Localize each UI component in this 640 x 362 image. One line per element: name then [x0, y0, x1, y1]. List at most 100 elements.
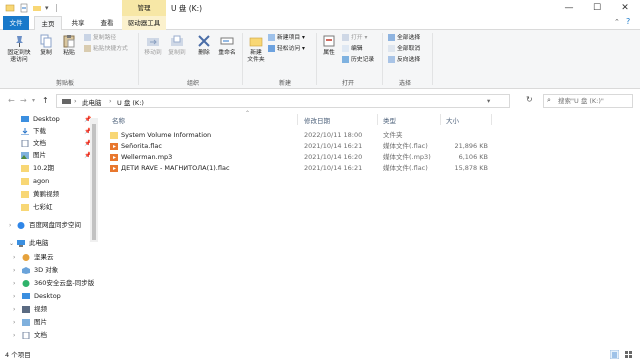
- chevron-right-icon[interactable]: ›: [13, 290, 15, 303]
- baidu-netdisk-icon: [17, 222, 25, 229]
- recent-locations-icon[interactable]: ▾: [32, 97, 35, 104]
- tab-file[interactable]: 文件: [3, 16, 29, 30]
- select-all-button[interactable]: 全部选择: [388, 34, 420, 43]
- search-box[interactable]: ⌕: [543, 94, 633, 108]
- properties-button[interactable]: 属性: [320, 34, 338, 57]
- paste-icon: [63, 35, 75, 48]
- file-size: 21,896 KB: [454, 142, 488, 150]
- breadcrumb-this-pc[interactable]: 此电脑: [82, 97, 102, 107]
- explorer-icon[interactable]: [5, 3, 15, 13]
- nav-scrollbar-thumb[interactable]: [92, 124, 96, 240]
- close-button[interactable]: ✕: [611, 0, 639, 16]
- file-type: 媒体文件(.mp3): [383, 153, 431, 161]
- nav-item-this-pc[interactable]: ⌄ 此电脑: [0, 237, 100, 250]
- breadcrumb-chevron-icon[interactable]: ›: [74, 97, 77, 105]
- invert-selection-button[interactable]: 反向选择: [388, 56, 420, 65]
- address-dropdown-icon[interactable]: ▾: [487, 97, 490, 105]
- tab-home[interactable]: 主页: [34, 16, 62, 31]
- nav-item-baidu-sync[interactable]: › 百度网盘同步空间: [0, 219, 100, 232]
- select-none-button[interactable]: 全部取消: [388, 45, 420, 54]
- copy-to-button[interactable]: 复制到: [166, 34, 188, 57]
- chevron-right-icon[interactable]: ›: [13, 264, 15, 277]
- help-icon[interactable]: ?: [626, 17, 630, 26]
- breadcrumb-usb-drive[interactable]: U 盘 (K:): [117, 97, 144, 107]
- open-button[interactable]: 打开 ▾: [342, 34, 367, 43]
- details-view-icon[interactable]: [610, 350, 619, 359]
- back-arrow-icon[interactable]: ←: [8, 96, 15, 105]
- column-header-size[interactable]: 大小: [446, 115, 459, 125]
- file-row[interactable]: System Volume Information 2022/10/11 18:…: [104, 130, 494, 141]
- column-separator[interactable]: [377, 114, 378, 125]
- chevron-right-icon[interactable]: ›: [13, 277, 15, 290]
- tab-share[interactable]: 共享: [64, 16, 92, 30]
- large-icons-view-icon[interactable]: [624, 350, 633, 359]
- chevron-right-icon[interactable]: ›: [13, 329, 15, 342]
- chevron-down-icon[interactable]: ⌄: [9, 237, 14, 250]
- nav-item-nutstore[interactable]: › 坚果云: [0, 251, 100, 264]
- tab-drive-tools[interactable]: 驱动器工具: [122, 16, 166, 30]
- collapse-ribbon-icon[interactable]: ⌃: [614, 18, 620, 26]
- chevron-right-icon[interactable]: ›: [13, 316, 15, 329]
- column-header-date[interactable]: 修改日期: [304, 115, 330, 125]
- paste-shortcut-button[interactable]: 粘贴快捷方式: [84, 45, 128, 54]
- chevron-right-icon[interactable]: ›: [13, 251, 15, 264]
- pin-to-quick-access-button[interactable]: 固定到快 速访问: [6, 34, 32, 64]
- up-arrow-icon[interactable]: ↑: [42, 96, 49, 105]
- chevron-right-icon[interactable]: ›: [13, 303, 15, 316]
- nav-item-folder-agon[interactable]: agon: [0, 175, 100, 188]
- new-folder-button[interactable]: 新建 文件夹: [245, 34, 267, 64]
- forward-arrow-icon[interactable]: →: [20, 96, 27, 105]
- file-date: 2022/10/11 18:00: [304, 131, 363, 139]
- nav-item-pc-pictures[interactable]: › 图片: [0, 316, 100, 329]
- paste-shortcut-icon: [84, 45, 91, 52]
- column-separator[interactable]: [491, 114, 492, 125]
- search-input[interactable]: [558, 95, 628, 107]
- copy-path-button[interactable]: 复制路径: [84, 34, 116, 43]
- minimize-button[interactable]: —: [555, 0, 583, 16]
- videos-icon: [22, 306, 30, 313]
- nav-item-folder-10-2[interactable]: 10.2期: [0, 162, 100, 175]
- nav-item-pc-desktop[interactable]: › Desktop: [0, 290, 100, 303]
- maximize-button[interactable]: ☐: [583, 0, 611, 16]
- properties-quick-icon[interactable]: [19, 3, 29, 13]
- edit-icon: [342, 45, 349, 52]
- group-label-clipboard: 剪贴板: [55, 80, 74, 87]
- file-size: 15,878 KB: [454, 164, 488, 172]
- column-separator[interactable]: [297, 114, 298, 125]
- search-icon: ⌕: [547, 96, 551, 104]
- column-header-type[interactable]: 类型: [383, 115, 396, 125]
- edit-button[interactable]: 编辑: [342, 45, 363, 54]
- history-button[interactable]: 历史记录: [342, 56, 374, 65]
- nav-item-360-cloud[interactable]: › 360安全云盘-同步版: [0, 277, 100, 290]
- move-to-button[interactable]: 移动到: [142, 34, 164, 57]
- nav-item-folder-colorful[interactable]: 七彩虹: [0, 201, 100, 214]
- nav-item-videos[interactable]: › 视频: [0, 303, 100, 316]
- refresh-icon[interactable]: ↻: [526, 95, 533, 104]
- file-type: 文件夹: [383, 131, 403, 139]
- chevron-right-icon[interactable]: ›: [9, 219, 11, 232]
- tab-view[interactable]: 查看: [94, 16, 120, 30]
- column-separator[interactable]: [440, 114, 441, 125]
- address-bar[interactable]: › 此电脑 › U 盘 (K:) ▾: [56, 94, 510, 108]
- computer-icon: [17, 240, 25, 247]
- pin-icon: [16, 36, 23, 47]
- file-row[interactable]: ДЕТИ RAVE - МАГНИТОЛА(1).flac 2021/10/14…: [104, 163, 494, 174]
- nav-item-pictures[interactable]: 图片 📌: [0, 149, 100, 162]
- column-header-name[interactable]: 名称: [112, 115, 125, 125]
- new-folder-quick-icon[interactable]: [32, 3, 42, 13]
- folder-icon: [110, 132, 118, 139]
- breadcrumb-chevron-icon[interactable]: ›: [109, 97, 112, 105]
- nav-item-folder-videos[interactable]: 黄鹂视频: [0, 188, 100, 201]
- new-item-button[interactable]: 新建项目 ▾: [268, 34, 305, 43]
- paste-button[interactable]: 粘贴: [58, 34, 80, 57]
- nav-item-3d-objects[interactable]: › 3D 对象: [0, 264, 100, 277]
- easy-access-button[interactable]: 轻松访问 ▾: [268, 45, 305, 54]
- customize-quick-access-icon[interactable]: ▾: [45, 3, 49, 13]
- file-row[interactable]: Señorita.flac 2021/10/14 16:21 媒体文件(.fla…: [104, 141, 494, 152]
- file-row[interactable]: Wellerman.mp3 2021/10/14 16:20 媒体文件(.mp3…: [104, 152, 494, 163]
- copy-button[interactable]: 复制: [36, 34, 56, 57]
- context-group-label: 管理: [122, 0, 166, 16]
- nav-item-pc-documents[interactable]: › 文档: [0, 329, 100, 342]
- delete-button[interactable]: 删除: [194, 34, 214, 57]
- rename-button[interactable]: 重命名: [216, 34, 238, 57]
